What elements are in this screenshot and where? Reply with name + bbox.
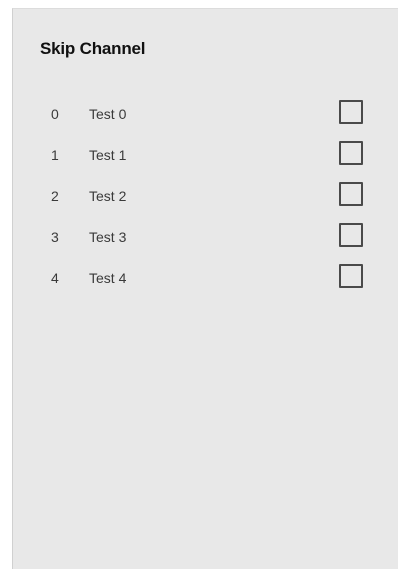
channel-name: Test 3 — [89, 229, 127, 245]
channel-row-2[interactable]: 2 Test 2 — [13, 177, 398, 218]
channel-number: 1 — [51, 147, 59, 163]
channel-name: Test 0 — [89, 106, 127, 122]
channel-name: Test 4 — [89, 270, 127, 286]
channel-row-3[interactable]: 3 Test 3 — [13, 218, 398, 259]
skip-channel-panel: Skip Channel 0 Test 0 1 Test 1 2 Test 2 … — [12, 8, 398, 569]
channel-number: 2 — [51, 188, 59, 204]
channel-list: 0 Test 0 1 Test 1 2 Test 2 3 Test 3 4 Te… — [13, 95, 398, 300]
channel-row-0[interactable]: 0 Test 0 — [13, 95, 398, 136]
page-title: Skip Channel — [40, 39, 146, 58]
channel-row-4[interactable]: 4 Test 4 — [13, 259, 398, 300]
skip-checkbox-1[interactable] — [339, 141, 363, 165]
skip-checkbox-0[interactable] — [339, 100, 363, 124]
channel-name: Test 2 — [89, 188, 127, 204]
channel-number: 0 — [51, 106, 59, 122]
channel-row-1[interactable]: 1 Test 1 — [13, 136, 398, 177]
channel-number: 3 — [51, 229, 59, 245]
skip-checkbox-4[interactable] — [339, 264, 363, 288]
skip-checkbox-2[interactable] — [339, 182, 363, 206]
skip-checkbox-3[interactable] — [339, 223, 363, 247]
channel-name: Test 1 — [89, 147, 127, 163]
channel-number: 4 — [51, 270, 59, 286]
